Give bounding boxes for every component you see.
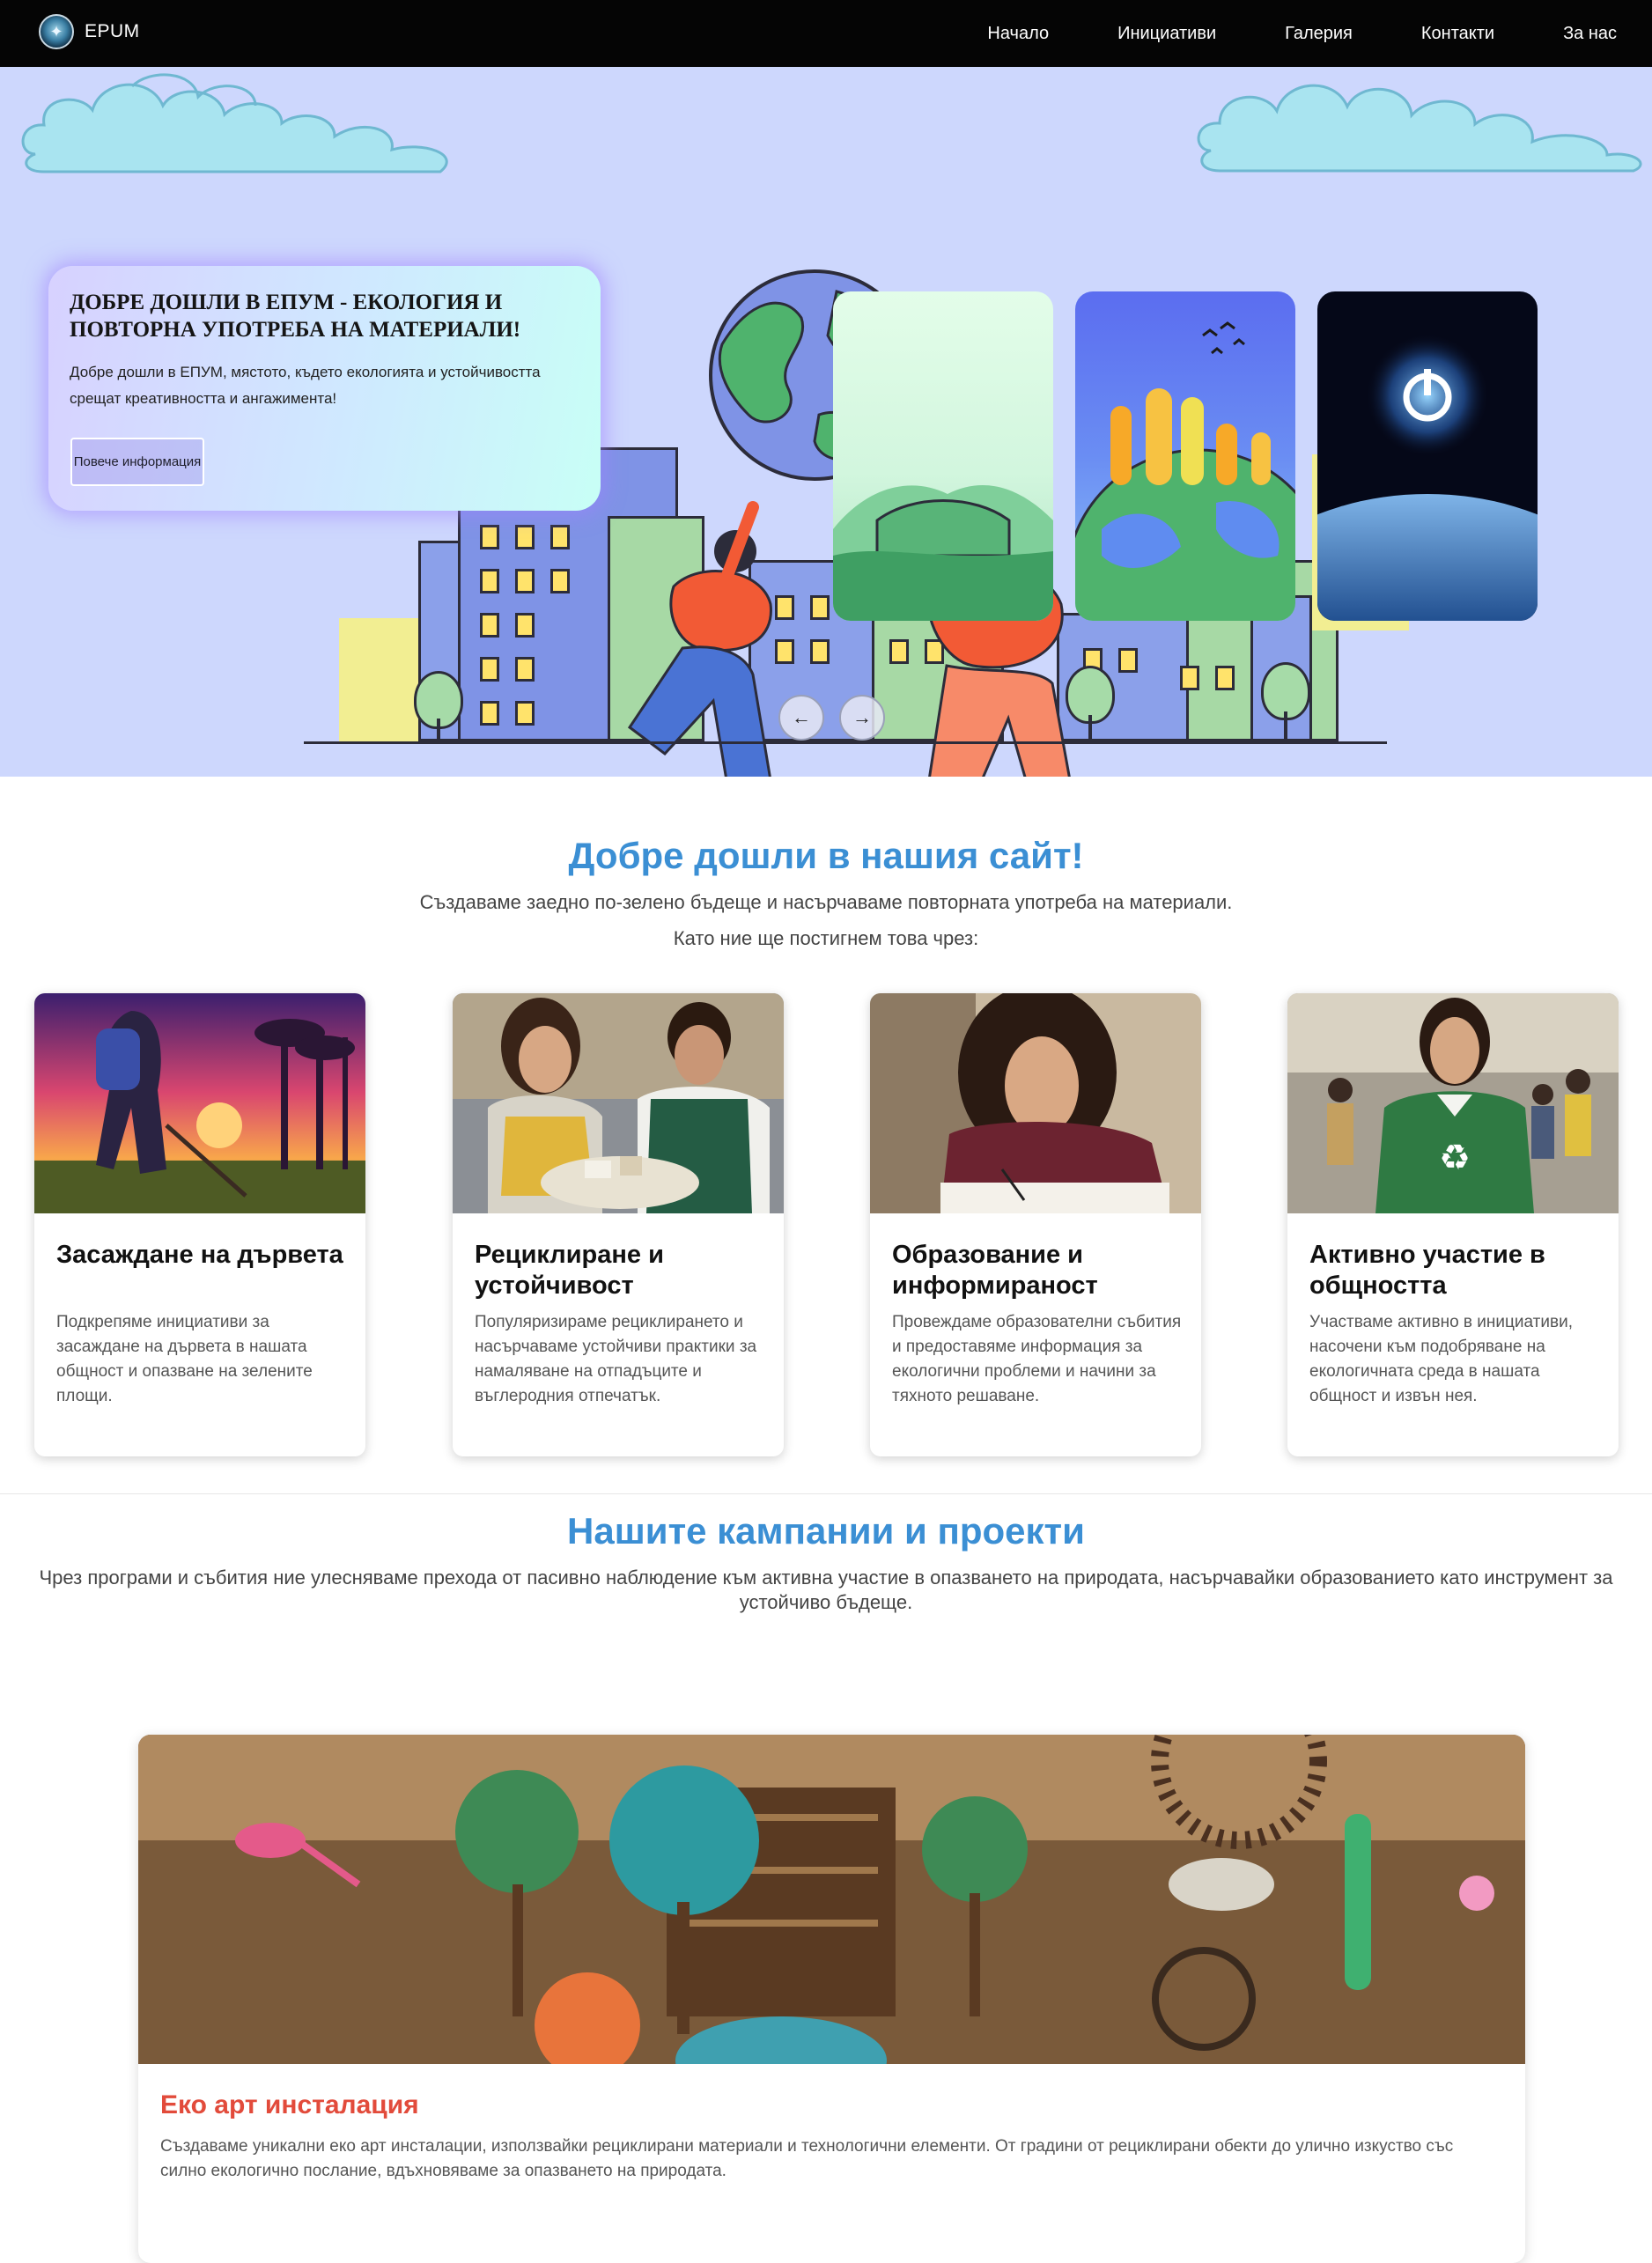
- tree-trunk: [1284, 711, 1287, 741]
- nav-menu: Начало Инициативи Галерия Контакти За на…: [918, 0, 1617, 67]
- welcome-title: Добре дошли в нашия сайт!: [568, 835, 1084, 876]
- hills-image: [833, 485, 1053, 621]
- nav-link-about[interactable]: За нас: [1563, 24, 1617, 44]
- svg-text:♻: ♻: [1439, 1138, 1471, 1178]
- project-image-eco-art: [138, 1735, 1525, 2064]
- nav-link-gallery[interactable]: Галерия: [1285, 24, 1353, 44]
- tree-trunk: [437, 719, 440, 741]
- hero-welcome-card: ДОБРЕ ДОШЛИ В ЕПУМ - ЕКОЛОГИЯ И ПОВТОРНА…: [48, 266, 601, 511]
- card-text: Провеждаме образователни събития и предо…: [892, 1313, 1182, 1405]
- slide-card-earth-trees[interactable]: [1075, 291, 1295, 621]
- nav-link-contacts[interactable]: Контакти: [1421, 24, 1494, 44]
- hero-slider: ДОБРЕ ДОШЛИ В ЕПУМ - ЕКОЛОГИЯ И ПОВТОРНА…: [0, 67, 1652, 777]
- slide-card-hills[interactable]: [833, 291, 1053, 621]
- section-divider: [0, 1493, 1652, 1494]
- card-image-recycling: [453, 993, 784, 1213]
- slider-prev-button[interactable]: ←: [778, 695, 824, 741]
- window: [480, 701, 499, 726]
- window: [1180, 666, 1199, 690]
- more-info-button[interactable]: Повече информация: [70, 438, 204, 486]
- person-left-illustration: [627, 501, 772, 777]
- campaigns-title: Нашите кампании и проекти: [567, 1510, 1085, 1552]
- card-image-education: [870, 993, 1201, 1213]
- earth-trees-image: [1075, 321, 1295, 621]
- hero-title: ДОБРЕ ДОШЛИ В ЕПУМ - ЕКОЛОГИЯ И ПОВТОРНА…: [70, 291, 521, 342]
- window: [515, 569, 535, 593]
- window: [480, 569, 499, 593]
- initiative-card-community[interactable]: ♻ Активно участие в общността Участваме …: [1287, 993, 1619, 1456]
- welcome-lead: Като ние ще постигнем това чрез:: [673, 927, 979, 949]
- project-text: Създаваме уникални еко арт инсталации, и…: [160, 2137, 1454, 2180]
- nav-link-home[interactable]: Начало: [987, 24, 1049, 44]
- initiative-card-recycling[interactable]: Рециклиране и устойчивост Популяризираме…: [453, 993, 784, 1456]
- card-title: Образование и информираност: [892, 1241, 1098, 1300]
- window: [480, 525, 499, 549]
- initiative-card-education[interactable]: Образование и информираност Провеждаме о…: [870, 993, 1201, 1456]
- window: [1118, 648, 1138, 673]
- slider-next-button[interactable]: →: [839, 695, 885, 741]
- cloud-left: [21, 73, 448, 173]
- welcome-subtitle: Създаваме заедно по-зелено бъдеще и насъ…: [419, 891, 1233, 913]
- card-image-community: ♻: [1287, 993, 1619, 1213]
- logo-icon: ✦: [39, 14, 74, 49]
- card-text: Участваме активно в инициативи, насочени…: [1309, 1313, 1573, 1405]
- arrow-left-icon: ←: [792, 706, 811, 728]
- ground-line: [304, 741, 1387, 744]
- window: [515, 701, 535, 726]
- power-earth-image: [1317, 334, 1538, 621]
- window: [1215, 666, 1235, 690]
- navbar: ✦ EPUM Начало Инициативи Галерия Контакт…: [0, 0, 1652, 67]
- card-text: Подкрепяме инициативи за засаждане на дъ…: [56, 1313, 313, 1405]
- card-text: Популяризираме рециклирането и насърчава…: [475, 1313, 757, 1405]
- brand-name: EPUM: [85, 21, 140, 41]
- window: [550, 569, 570, 593]
- card-title: Рециклиране и устойчивост: [475, 1241, 664, 1300]
- nav-link-initiatives[interactable]: Инициативи: [1117, 24, 1216, 44]
- project-card-eco-art[interactable]: Еко арт инсталация Създаваме уникални ек…: [138, 1735, 1525, 2263]
- hero-text: Добре дошли в ЕПУМ, мястото, където екол…: [70, 364, 541, 407]
- window: [515, 525, 535, 549]
- window: [515, 613, 535, 638]
- cloud-right: [1197, 84, 1642, 173]
- arrow-right-icon: →: [852, 706, 872, 728]
- window: [515, 657, 535, 682]
- brand[interactable]: ✦ EPUM: [39, 14, 140, 49]
- campaigns-description: Чрез програми и събития ние улесняваме п…: [39, 1566, 1613, 1613]
- window: [480, 613, 499, 638]
- window: [480, 657, 499, 682]
- initiative-card-trees[interactable]: Засаждане на дървета Подкрепяме инициати…: [34, 993, 365, 1456]
- card-image-trees: [34, 993, 365, 1213]
- card-title: Активно участие в общността: [1309, 1241, 1545, 1300]
- window: [550, 525, 570, 549]
- card-title: Засаждане на дървета: [56, 1241, 343, 1269]
- slide-card-power-earth[interactable]: [1317, 291, 1538, 621]
- project-title: Еко арт инсталация: [160, 2090, 419, 2119]
